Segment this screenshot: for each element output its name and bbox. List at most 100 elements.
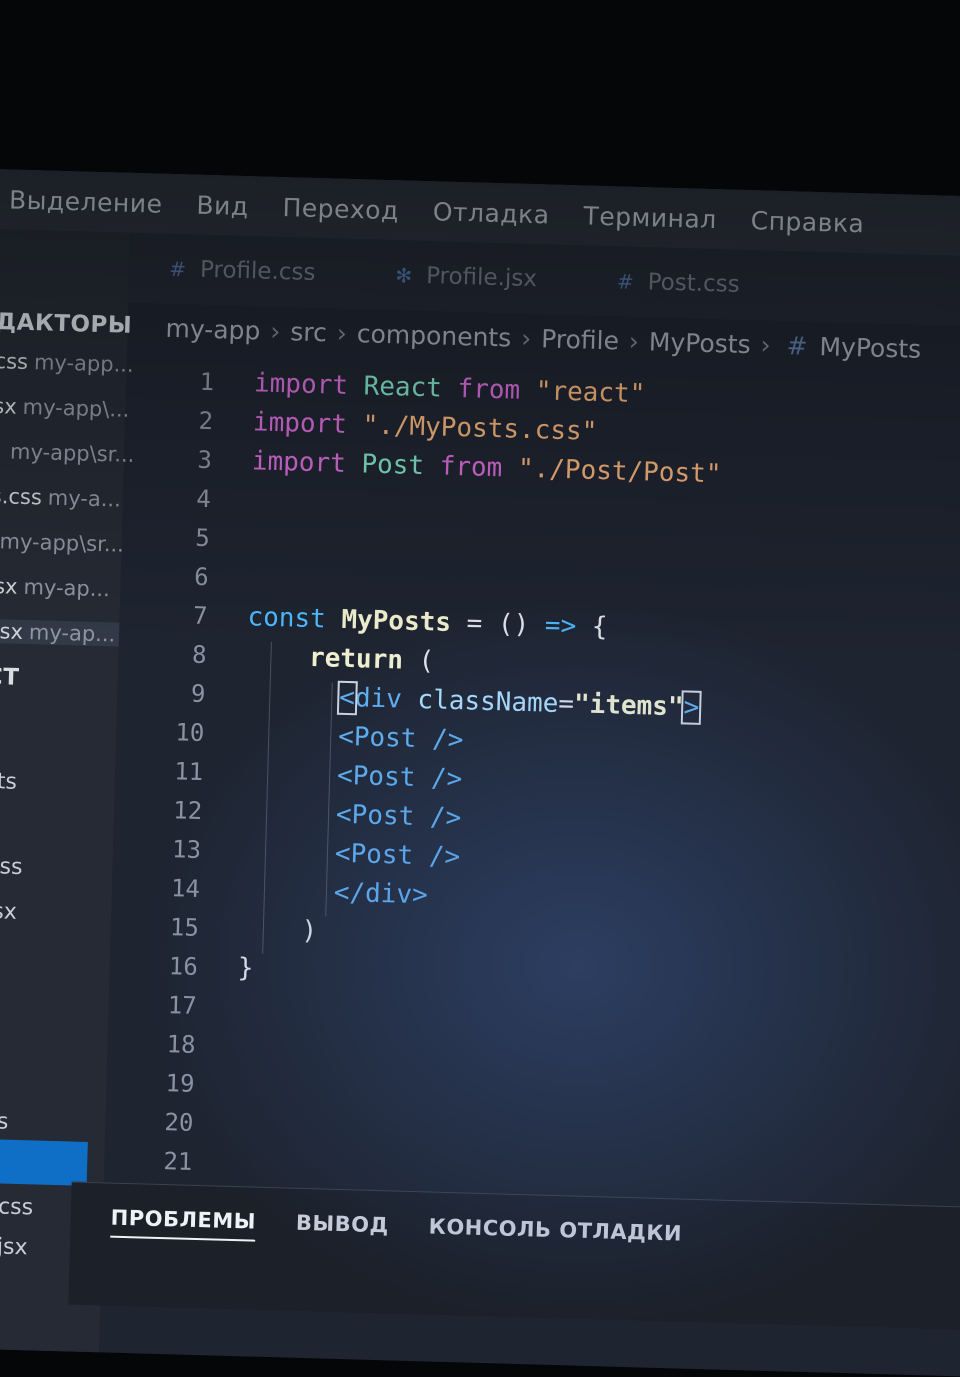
- breadcrumb-item[interactable]: Profile: [541, 324, 620, 355]
- code-token: =: [557, 688, 575, 720]
- menu-help[interactable]: Справка: [733, 205, 881, 238]
- tab-profile-css[interactable]: # Profile.css: [129, 255, 356, 287]
- tab-post-css[interactable]: # Post.css: [577, 267, 780, 299]
- tree-item[interactable]: .css: [0, 854, 23, 880]
- file-path: my-ap...: [28, 620, 116, 647]
- open-editor-item[interactable]: jsx my-ap...: [0, 574, 110, 601]
- tab-profile-jsx[interactable]: ✻ Profile.jsx: [355, 261, 577, 293]
- file-path: my-ap...: [23, 574, 111, 602]
- line-number: 12: [172, 796, 203, 826]
- line-number: 14: [170, 874, 201, 903]
- open-editor-item[interactable]: s.css my-a...: [0, 484, 121, 512]
- code-token: <: [336, 680, 358, 716]
- line-number: 15: [169, 913, 200, 942]
- file-name: .jsx: [0, 618, 24, 644]
- code-token: <Post />: [337, 721, 464, 756]
- file-name: s.css: [0, 483, 43, 510]
- hash-icon: #: [168, 256, 187, 282]
- tree-item[interactable]: ts.jsx: [0, 1234, 28, 1261]
- line-number: 4: [196, 484, 212, 514]
- file-path: my-app\sr...: [9, 439, 135, 467]
- code-token: </div>: [333, 877, 429, 911]
- line-number: 3: [197, 445, 213, 475]
- code-token: "items": [573, 689, 684, 723]
- breadcrumb-item[interactable]: MyPosts: [819, 332, 921, 364]
- line-number: 6: [193, 562, 210, 592]
- breadcrumb-item[interactable]: src: [290, 317, 327, 347]
- open-editor-item-active[interactable]: .jsx my-ap...: [0, 618, 120, 647]
- open-editor-item[interactable]: sx my-app\...: [0, 394, 130, 422]
- chevron-right-icon: ›: [520, 323, 532, 354]
- line-number: 21: [163, 1147, 193, 1176]
- code-token: className: [417, 684, 559, 719]
- line-number-gutter: 1 2 3 4 5 6 7 8 9 10 11 12 13 14 15 16 1…: [111, 361, 215, 1221]
- tab-problems[interactable]: ПРОБЛЕМЫ: [110, 1205, 257, 1242]
- line-number: 5: [194, 523, 211, 553]
- code-token: "./MyPosts.css": [362, 410, 598, 447]
- open-editor-item[interactable]: my-app\sr...: [4, 439, 135, 467]
- line-number: 20: [164, 1108, 194, 1137]
- tab-debug-console[interactable]: КОНСОЛЬ ОТЛАДКИ: [428, 1215, 682, 1246]
- code-token: >: [681, 690, 702, 725]
- hash-icon: #: [786, 331, 808, 361]
- file-path: my-app\...: [22, 394, 130, 422]
- tab-label: Profile.css: [199, 256, 316, 286]
- breadcrumb-item[interactable]: components: [356, 319, 511, 352]
- breadcrumb-item[interactable]: my-app: [165, 314, 261, 346]
- chevron-right-icon: ›: [628, 326, 640, 357]
- open-editor-item[interactable]: css my-app...: [0, 349, 134, 377]
- code-token: <Post />: [335, 799, 462, 834]
- code-token: Post: [361, 449, 441, 482]
- line-number: 18: [166, 1030, 196, 1059]
- tree-item[interactable]: ts.css: [0, 1194, 33, 1221]
- tree-item[interactable]: css: [0, 1109, 9, 1135]
- chevron-right-icon: ›: [269, 316, 281, 347]
- line-number: 7: [192, 601, 208, 631]
- menu-debug[interactable]: Отладка: [415, 196, 567, 229]
- line-number: 17: [167, 991, 198, 1020]
- code-token: ): [301, 915, 318, 947]
- code-token: }: [237, 953, 254, 984]
- menu-selection[interactable]: Выделение: [0, 183, 180, 218]
- code-token: = (): [466, 608, 546, 641]
- code-token: div: [354, 683, 418, 715]
- tab-label: Profile.jsx: [425, 263, 538, 293]
- code-token: <Post />: [334, 838, 461, 873]
- code-token: from: [439, 451, 519, 484]
- code-editor[interactable]: import React from "react" import "./MyPos…: [231, 364, 724, 1235]
- menu-go[interactable]: Переход: [265, 192, 416, 225]
- tab-output[interactable]: ВЫВОД: [296, 1211, 389, 1238]
- file-name: jsx: [0, 573, 18, 599]
- tab-label: Post.css: [647, 269, 741, 298]
- line-number: 8: [191, 640, 207, 670]
- menu-view[interactable]: Вид: [179, 190, 266, 221]
- menu-terminal[interactable]: Терминал: [566, 200, 734, 234]
- code-token: "./Post/Post": [517, 453, 722, 490]
- hash-icon: #: [616, 269, 634, 294]
- line-number: 2: [198, 406, 214, 436]
- bottom-panel: ПРОБЛЕМЫ ВЫВОД КОНСОЛЬ ОТЛАДКИ: [68, 1181, 960, 1332]
- tree-item[interactable]: nts: [0, 769, 17, 795]
- code-token: =>: [544, 610, 593, 642]
- file-name: css: [0, 349, 29, 374]
- open-editors-header[interactable]: ДАКТОРЫ: [0, 309, 133, 339]
- project-section-header[interactable]: СТ: [0, 664, 20, 691]
- vscode-window: Выделение Вид Переход Отладка Терминал С…: [0, 168, 960, 1377]
- chevron-right-icon: ›: [760, 330, 771, 360]
- file-name: [4, 439, 5, 463]
- line-number: 10: [175, 718, 205, 748]
- tree-item[interactable]: .jsx: [0, 899, 17, 925]
- code-token: MyPosts: [341, 604, 468, 639]
- file-name: sx: [0, 394, 18, 419]
- tree-item-selected-highlight[interactable]: [0, 1137, 88, 1186]
- breadcrumb-item[interactable]: MyPosts: [649, 327, 751, 359]
- open-editor-item[interactable]: my-app\sr...: [0, 529, 124, 556]
- code-token: (: [418, 646, 435, 677]
- code-token: import: [251, 446, 362, 480]
